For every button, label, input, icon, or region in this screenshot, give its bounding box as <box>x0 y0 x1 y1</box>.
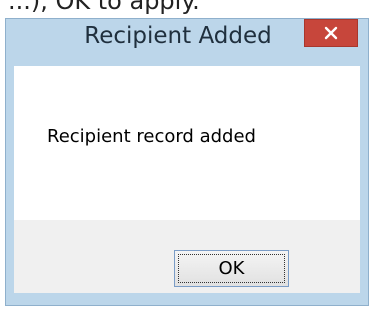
close-button[interactable] <box>304 19 358 47</box>
dialog-content: Recipient record added <box>14 66 360 220</box>
ok-button-label: OK <box>218 258 245 279</box>
dialog-title: Recipient Added <box>84 23 272 49</box>
background-text: ...), OK to apply. <box>8 0 200 15</box>
recipient-added-dialog: Recipient Added Recipient record added O… <box>5 18 369 306</box>
ok-button[interactable]: OK <box>174 250 289 287</box>
title-bar[interactable]: Recipient Added <box>6 19 368 66</box>
close-icon <box>324 26 338 40</box>
dialog-message: Recipient record added <box>47 126 256 147</box>
dialog-footer: OK <box>14 220 360 293</box>
